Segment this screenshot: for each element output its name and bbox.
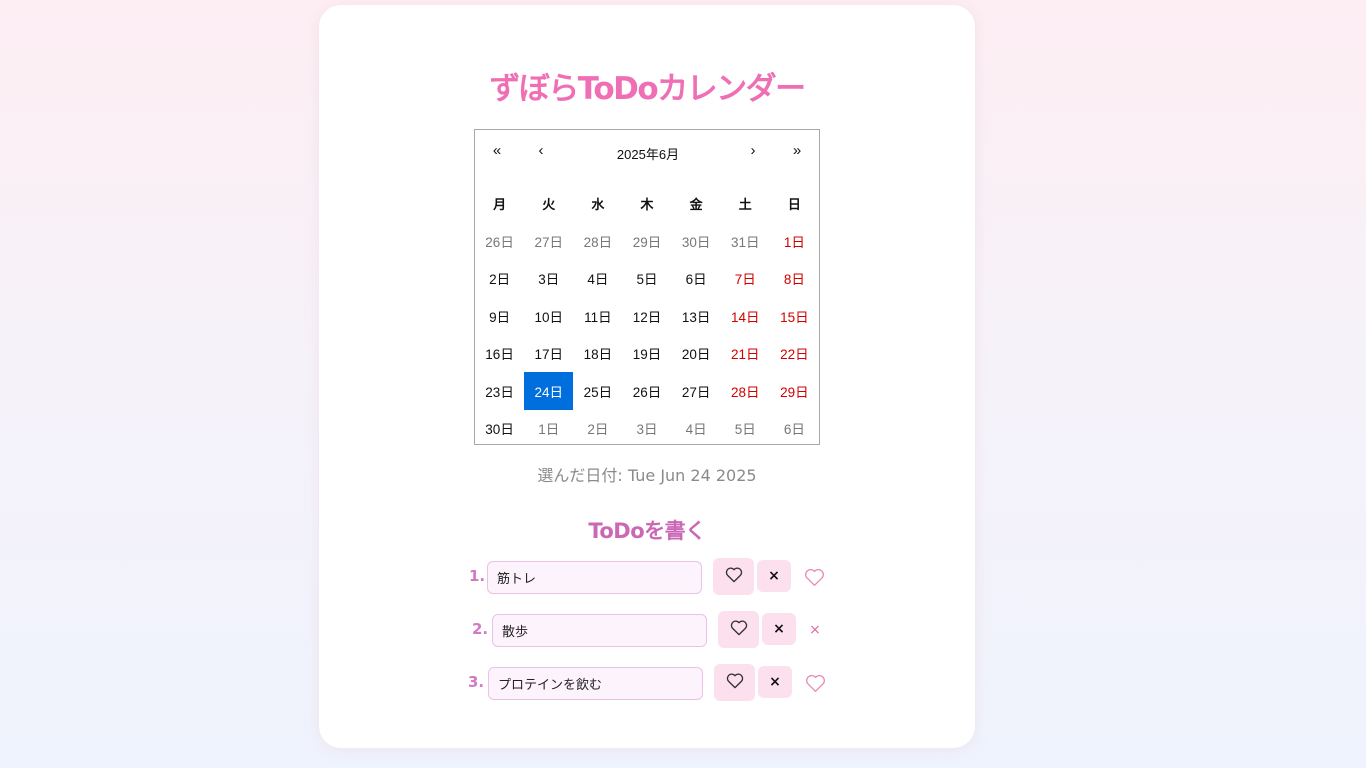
delete-button[interactable]: × — [757, 560, 791, 592]
like-button[interactable] — [713, 558, 754, 595]
app-title: ずぼらToDoカレンダー — [489, 71, 806, 107]
main-card: ずぼらToDoカレンダー « ‹ 2025年6月 › » 月 火 水 木 金 土 日 26日… — [319, 5, 975, 748]
todo-item: 3. × — [319, 664, 975, 704]
weekday-label: 水 — [591, 197, 605, 212]
calendar-day-selected[interactable]: 24日 — [524, 372, 574, 410]
todo-input[interactable] — [487, 561, 702, 594]
calendar-day[interactable]: 8日 — [770, 260, 819, 298]
next-month-button[interactable]: › — [733, 142, 773, 164]
calendar-day[interactable]: 26日 — [622, 372, 671, 410]
weekday-label: 金 — [689, 197, 703, 212]
todo-number: 2. — [472, 620, 489, 638]
calendar-day[interactable]: 17日 — [524, 335, 573, 373]
weekday-label: 月 — [493, 197, 507, 212]
delete-button[interactable]: × — [762, 613, 796, 645]
todo-item: 1. × — [319, 558, 975, 598]
todo-item: 2. × × — [319, 611, 975, 651]
next-year-button[interactable]: » — [777, 142, 817, 164]
prev-year-button[interactable]: « — [477, 142, 517, 164]
calendar-day[interactable]: 6日 — [770, 410, 819, 448]
calendar-day[interactable]: 25日 — [573, 372, 622, 410]
todo-heading: ToDoを書く — [588, 519, 706, 543]
calendar-day[interactable]: 26日 — [475, 222, 524, 260]
weekday-label: 木 — [640, 197, 654, 212]
calendar-day[interactable]: 15日 — [770, 297, 819, 335]
weekday-label: 日 — [787, 197, 801, 212]
calendar-day[interactable]: 29日 — [770, 372, 819, 410]
todo-number: 1. — [469, 567, 486, 585]
calendar-day[interactable]: 21日 — [721, 335, 770, 373]
calendar-days-grid: 26日 27日 28日 29日 30日 31日 1日 2日 3日 4日 5日 6日 7日 8日 9日 10日 1… — [475, 222, 819, 447]
calendar-day[interactable]: 3日 — [524, 260, 573, 298]
calendar-day[interactable]: 22日 — [770, 335, 819, 373]
todo-input[interactable] — [488, 667, 703, 700]
delete-button[interactable]: × — [758, 666, 792, 698]
heart-outline-icon — [803, 566, 825, 588]
calendar-day[interactable]: 23日 — [475, 372, 524, 410]
calendar-month-label[interactable]: 2025年6月 — [565, 144, 731, 163]
calendar-day[interactable]: 1日 — [524, 410, 573, 448]
heart-outline-icon — [725, 566, 743, 587]
calendar-day[interactable]: 4日 — [573, 260, 622, 298]
calendar-day[interactable]: 29日 — [622, 222, 671, 260]
calendar-day[interactable]: 28日 — [721, 372, 770, 410]
like-button[interactable] — [718, 611, 759, 648]
calendar-day[interactable]: 1日 — [770, 222, 819, 260]
calendar-day[interactable]: 30日 — [672, 222, 721, 260]
calendar-day[interactable]: 31日 — [721, 222, 770, 260]
prev-month-button[interactable]: ‹ — [521, 142, 561, 164]
todo-number: 3. — [468, 673, 485, 691]
weekday-header-row: 月火水木金土日 — [475, 194, 819, 213]
calendar-day[interactable]: 9日 — [475, 297, 524, 335]
weekday-label: 火 — [542, 197, 556, 212]
calendar: « ‹ 2025年6月 › » 月火水木金土日 26日 27日 28日 29日 30日 3… — [474, 129, 820, 445]
weekday-label: 土 — [738, 197, 752, 212]
calendar-day[interactable]: 10日 — [524, 297, 573, 335]
calendar-day[interactable]: 3日 — [622, 410, 671, 448]
calendar-day[interactable]: 5日 — [721, 410, 770, 448]
calendar-day[interactable]: 18日 — [573, 335, 622, 373]
calendar-day[interactable]: 6日 — [672, 260, 721, 298]
like-button[interactable] — [714, 664, 755, 701]
heart-outline-icon — [804, 672, 826, 694]
calendar-day[interactable]: 7日 — [721, 260, 770, 298]
calendar-day[interactable]: 16日 — [475, 335, 524, 373]
calendar-day[interactable]: 5日 — [622, 260, 671, 298]
calendar-day[interactable]: 12日 — [622, 297, 671, 335]
heart-outline-icon — [726, 672, 744, 693]
calendar-day[interactable]: 28日 — [573, 222, 622, 260]
calendar-day[interactable]: 20日 — [672, 335, 721, 373]
calendar-day[interactable]: 2日 — [573, 410, 622, 448]
calendar-day[interactable]: 14日 — [721, 297, 770, 335]
calendar-day[interactable]: 11日 — [573, 297, 622, 335]
calendar-navigation: « ‹ 2025年6月 › » — [475, 130, 819, 176]
selected-date-text: 選んだ日付: Tue Jun 24 2025 — [537, 466, 757, 485]
calendar-day[interactable]: 27日 — [672, 372, 721, 410]
heart-outline-icon — [730, 619, 748, 640]
calendar-day[interactable]: 27日 — [524, 222, 573, 260]
calendar-day[interactable]: 19日 — [622, 335, 671, 373]
todo-input[interactable] — [492, 614, 707, 647]
calendar-day[interactable]: 4日 — [672, 410, 721, 448]
calendar-day[interactable]: 2日 — [475, 260, 524, 298]
calendar-day[interactable]: 13日 — [672, 297, 721, 335]
x-mark-icon: × — [809, 622, 821, 638]
calendar-day[interactable]: 30日 — [475, 410, 524, 448]
